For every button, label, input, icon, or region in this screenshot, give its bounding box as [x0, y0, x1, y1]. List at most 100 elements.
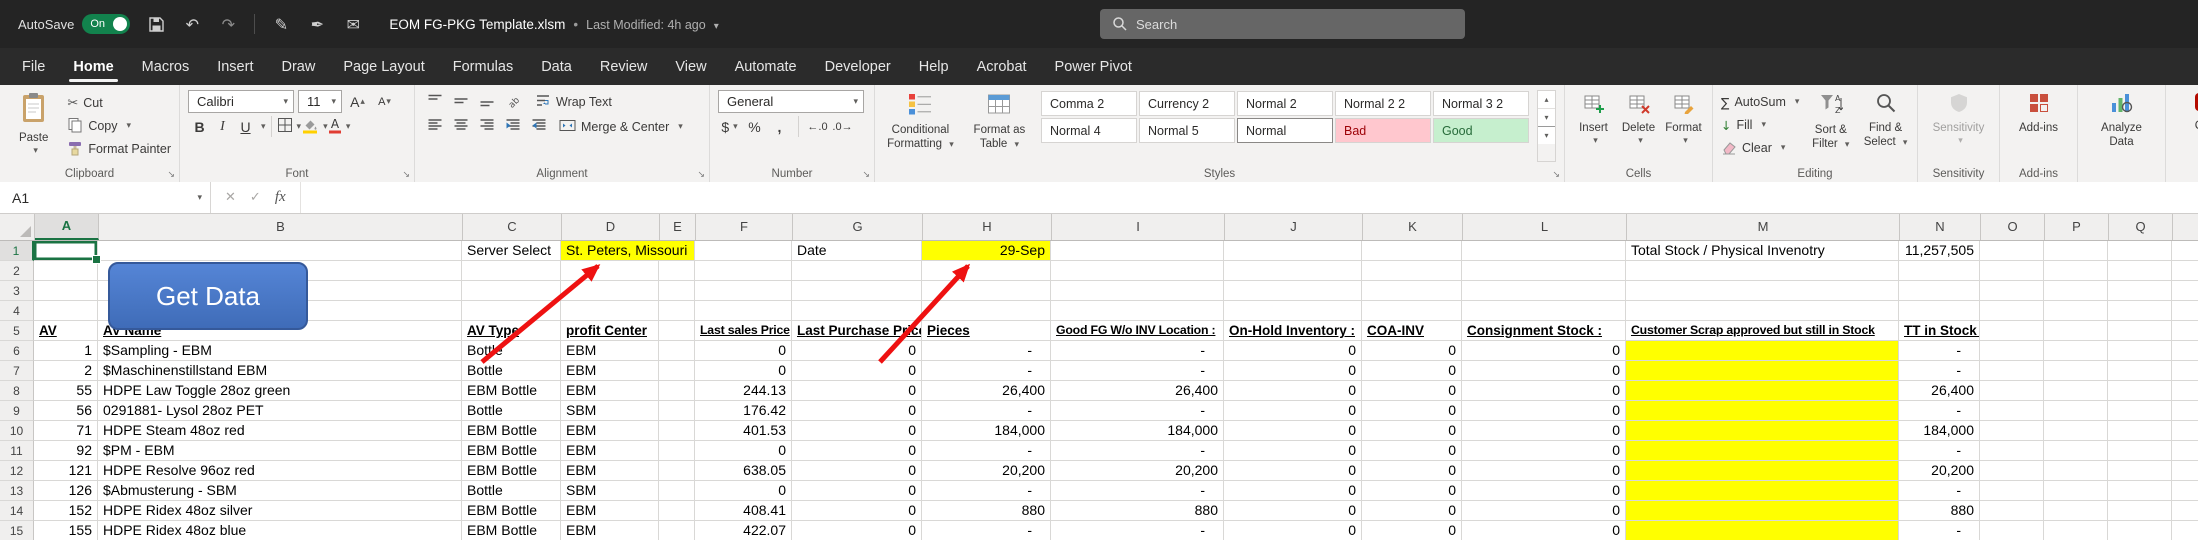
- cell-F9[interactable]: 176.42: [695, 401, 792, 421]
- style-chip-normal-2[interactable]: Normal 2: [1237, 91, 1333, 116]
- cell-N13[interactable]: -: [1899, 481, 1980, 501]
- cell-R8[interactable]: [2172, 381, 2198, 401]
- cell-I12[interactable]: 20,200: [1051, 461, 1224, 481]
- find-select-button[interactable]: Find & Select ▾: [1862, 90, 1909, 162]
- mail-icon[interactable]: ✉: [343, 14, 363, 34]
- style-chip-normal-4[interactable]: Normal 4: [1041, 118, 1137, 143]
- cell-O8[interactable]: [1980, 381, 2044, 401]
- cell-H15[interactable]: -: [922, 521, 1051, 540]
- cell-R15[interactable]: [2172, 521, 2198, 540]
- cell-J4[interactable]: [1224, 301, 1362, 321]
- menu-tab-file[interactable]: File: [8, 48, 59, 85]
- cell-K11[interactable]: 0: [1362, 441, 1462, 461]
- document-title[interactable]: EOM FG-PKG Template.xlsm • Last Modified…: [389, 17, 718, 32]
- cell-A6[interactable]: 1: [34, 341, 98, 361]
- cell-N8[interactable]: 26,400: [1899, 381, 1980, 401]
- row-header-15[interactable]: 15: [0, 521, 34, 540]
- dialog-launcher-icon[interactable]: ↘: [1552, 170, 1560, 180]
- chevron-down-icon[interactable]: ▾: [197, 193, 202, 203]
- cell-E13[interactable]: [659, 481, 695, 501]
- cell-J15[interactable]: 0: [1224, 521, 1362, 540]
- autosave-pill[interactable]: On: [82, 14, 130, 34]
- cell-L10[interactable]: 0: [1462, 421, 1626, 441]
- menu-tab-draw[interactable]: Draw: [267, 48, 329, 85]
- cell-D13[interactable]: SBM: [561, 481, 659, 501]
- row-header-12[interactable]: 12: [0, 461, 34, 481]
- cell-P12[interactable]: [2044, 461, 2108, 481]
- gallery-scroll-down-icon[interactable]: ▾: [1538, 108, 1555, 126]
- borders-button[interactable]: ▾: [277, 115, 302, 138]
- cell-M14[interactable]: [1626, 501, 1899, 521]
- delete-cells-button[interactable]: Delete ▾: [1618, 90, 1659, 162]
- cell-B14[interactable]: HDPE Ridex 48oz silver: [98, 501, 462, 521]
- cell-A3[interactable]: [34, 281, 98, 301]
- menu-tab-view[interactable]: View: [661, 48, 720, 85]
- cell-E9[interactable]: [659, 401, 695, 421]
- cell-E5[interactable]: [659, 321, 695, 341]
- undo-icon[interactable]: ↶: [182, 14, 202, 34]
- cell-G10[interactable]: 0: [792, 421, 922, 441]
- format-painter-button[interactable]: Format Painter: [67, 138, 171, 160]
- cell-M6[interactable]: [1626, 341, 1899, 361]
- menu-tab-automate[interactable]: Automate: [721, 48, 811, 85]
- column-header-N[interactable]: N: [1900, 214, 1981, 240]
- style-chip-good[interactable]: Good: [1433, 118, 1529, 143]
- cell-M4[interactable]: [1626, 301, 1899, 321]
- row-header-13[interactable]: 13: [0, 481, 34, 501]
- underline-button[interactable]: U: [234, 115, 257, 138]
- comma-style-button[interactable]: ,: [768, 115, 791, 138]
- cell-M13[interactable]: [1626, 481, 1899, 501]
- cell-A15[interactable]: 155: [34, 521, 98, 540]
- cell-A7[interactable]: 2: [34, 361, 98, 381]
- format-as-table-button[interactable]: Format as Table ▾: [964, 90, 1035, 162]
- cell-O14[interactable]: [1980, 501, 2044, 521]
- cell-D6[interactable]: EBM: [561, 341, 659, 361]
- cell-F3[interactable]: [695, 281, 792, 301]
- align-middle-button[interactable]: [449, 90, 472, 113]
- menu-tab-insert[interactable]: Insert: [203, 48, 267, 85]
- cell-D10[interactable]: EBM: [561, 421, 659, 441]
- menu-tab-help[interactable]: Help: [905, 48, 963, 85]
- cell-J13[interactable]: 0: [1224, 481, 1362, 501]
- cell-J11[interactable]: 0: [1224, 441, 1362, 461]
- cell-I10[interactable]: 184,000: [1051, 421, 1224, 441]
- cell-J3[interactable]: [1224, 281, 1362, 301]
- cell-L9[interactable]: 0: [1462, 401, 1626, 421]
- menu-tab-home[interactable]: Home: [59, 48, 127, 85]
- cell-L15[interactable]: 0: [1462, 521, 1626, 540]
- cell-C10[interactable]: EBM Bottle: [462, 421, 561, 441]
- cell-H5[interactable]: Pieces: [922, 321, 1051, 341]
- cell-G4[interactable]: [792, 301, 922, 321]
- cell-R11[interactable]: [2172, 441, 2198, 461]
- row-header-7[interactable]: 7: [0, 361, 34, 381]
- cell-C5[interactable]: AV Type: [462, 321, 561, 341]
- cell-A12[interactable]: 121: [34, 461, 98, 481]
- column-header-O[interactable]: O: [1981, 214, 2045, 240]
- row-header-9[interactable]: 9: [0, 401, 34, 421]
- align-center-button[interactable]: [449, 115, 472, 138]
- cell-Q15[interactable]: [2108, 521, 2172, 540]
- cell-O6[interactable]: [1980, 341, 2044, 361]
- menu-tab-formulas[interactable]: Formulas: [439, 48, 527, 85]
- column-header-D[interactable]: D: [562, 214, 660, 240]
- cell-G13[interactable]: 0: [792, 481, 922, 501]
- cell-P10[interactable]: [2044, 421, 2108, 441]
- cell-C15[interactable]: EBM Bottle: [462, 521, 561, 540]
- cell-F8[interactable]: 244.13: [695, 381, 792, 401]
- cell-J8[interactable]: 0: [1224, 381, 1362, 401]
- style-chip-comma-2[interactable]: Comma 2: [1041, 91, 1137, 116]
- cell-R3[interactable]: [2172, 281, 2198, 301]
- cell-Q4[interactable]: [2108, 301, 2172, 321]
- cell-H2[interactable]: [922, 261, 1051, 281]
- cell-O13[interactable]: [1980, 481, 2044, 501]
- cell-J5[interactable]: On-Hold Inventory :: [1224, 321, 1362, 341]
- cell-O7[interactable]: [1980, 361, 2044, 381]
- fill-color-button[interactable]: ▾: [301, 115, 328, 138]
- cell-K2[interactable]: [1362, 261, 1462, 281]
- cell-L13[interactable]: 0: [1462, 481, 1626, 501]
- get-data-button[interactable]: Get Data: [108, 262, 308, 330]
- cell-G2[interactable]: [792, 261, 922, 281]
- cell-C6[interactable]: Bottle: [462, 341, 561, 361]
- style-chip-normal-2-2[interactable]: Normal 2 2: [1335, 91, 1431, 116]
- cell-C12[interactable]: EBM Bottle: [462, 461, 561, 481]
